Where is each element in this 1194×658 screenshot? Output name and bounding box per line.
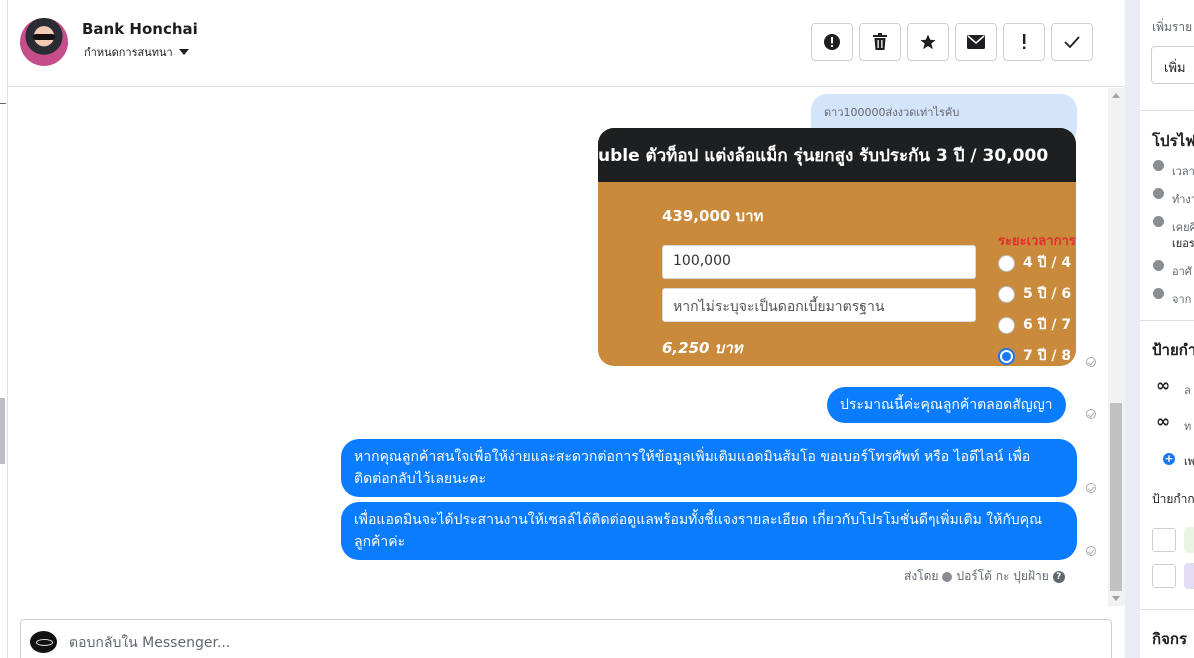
- check-icon: [1064, 36, 1080, 48]
- period-option: 6 ปี / 7: [998, 314, 1071, 336]
- page-logo-icon: [30, 631, 57, 653]
- assign-conversation-label: กำหนดการสนทนา: [84, 46, 173, 59]
- scrollbar-thumb[interactable]: [1110, 403, 1122, 591]
- left-panel-edge: [0, 0, 8, 658]
- message-bubble[interactable]: เพื่อแอดมินจะได้ประสานงานให้เซลล์ได้ติดต…: [341, 502, 1077, 560]
- profile-row: เยอร: [1172, 237, 1194, 250]
- delete-button[interactable]: [859, 23, 901, 61]
- period-option: 5 ปี / 6: [998, 283, 1071, 305]
- agent-icon: [942, 571, 953, 582]
- promo-banner-text: uble ตัวท็อป แต่งล้อแม็ก รุ่นยกสูง รับปร…: [598, 145, 1049, 166]
- trash-icon: [873, 33, 887, 50]
- profile-row: อาศั: [1172, 265, 1192, 278]
- activity-section-title: กิจกร: [1152, 630, 1188, 648]
- profile-row: เวลา: [1172, 165, 1194, 178]
- contact-name[interactable]: Bank Honchai: [82, 20, 198, 38]
- contact-details-panel: เพิ่มราย เพิ่ม โปรไฟ เวลา ทำงา เคยศึ เยอ…: [1140, 0, 1194, 658]
- message-bubble[interactable]: ประมาณนี้ค่ะคุณลูกค้าตลอดสัญญา: [827, 387, 1066, 423]
- mail-icon: [967, 35, 985, 49]
- divider: [1140, 609, 1194, 610]
- follow-up-icon: [1023, 34, 1026, 49]
- radio-icon: [998, 316, 1015, 334]
- mark-done-button[interactable]: [1051, 23, 1093, 61]
- avatar[interactable]: [20, 18, 68, 66]
- period-option: 4 ปี / 4: [998, 252, 1071, 274]
- star-button[interactable]: [907, 23, 949, 61]
- meta-icon: ∞: [1156, 376, 1171, 396]
- mark-spam-button[interactable]: [811, 23, 853, 61]
- seen-check-icon: [1086, 357, 1096, 367]
- conversation-header: Bank Honchai กำหนดการสนทนา: [8, 0, 1125, 87]
- profile-section-title: โปรไฟ: [1152, 132, 1194, 150]
- profile-row: จาก: [1172, 293, 1192, 306]
- left-panel-grip[interactable]: [0, 398, 5, 464]
- seen-check-icon: [1086, 546, 1096, 556]
- message-text: ประมาณนี้ค่ะคุณลูกค้าตลอดสัญญา: [840, 397, 1053, 413]
- divider: [1140, 110, 1194, 111]
- message-text: เพื่อแอดมินจะได้ประสานงานให้เซลล์ได้ติดต…: [354, 512, 1043, 550]
- promo-price: 439,000 บาท: [662, 207, 764, 225]
- reply-input[interactable]: ตอบกลับใน Messenger...: [69, 632, 230, 654]
- label-checkbox[interactable]: [1152, 528, 1176, 552]
- briefcase-icon: [1153, 188, 1164, 199]
- panel-gutter: [1125, 0, 1140, 658]
- assign-conversation-dropdown[interactable]: กำหนดการสนทนา: [84, 43, 189, 61]
- seen-check-icon: [1086, 409, 1096, 419]
- profile-row: ทำงา: [1172, 193, 1194, 206]
- scroll-up-icon[interactable]: [1112, 93, 1120, 98]
- message-text: หากคุณลูกค้าสนใจเพื่อให้ง่ายและสะดวกต่อก…: [354, 449, 1031, 487]
- period-option-label: 5 ปี / 6: [1023, 286, 1072, 302]
- follow-up-button[interactable]: [1003, 23, 1045, 61]
- label-checkbox[interactable]: [1152, 564, 1176, 588]
- meta-icon: ∞: [1156, 412, 1171, 432]
- period-option-label: 4 ปี / 4: [1023, 255, 1072, 271]
- inbox-app: Bank Honchai กำหนดการสนทนา ดาว100000ส่งง…: [0, 0, 1194, 658]
- header-actions: [811, 23, 1093, 61]
- clock-icon: [1153, 160, 1164, 171]
- sent-by-info: ส่งโดย ปอร์โต้ กะ ปุยฝ้าย ?: [904, 567, 1065, 586]
- promo-banner: uble ตัวท็อป แต่งล้อแม็ก รุ่นยกสูง รับปร…: [598, 128, 1076, 182]
- reply-composer[interactable]: ตอบกลับใน Messenger...: [20, 619, 1112, 658]
- promo-image-card[interactable]: uble ตัวท็อป แต่งล้อแม็ก รุ่นยกสูง รับปร…: [598, 128, 1076, 366]
- radio-icon: [998, 285, 1015, 303]
- label-chip[interactable]: [1184, 527, 1194, 553]
- label-chip[interactable]: [1184, 563, 1194, 589]
- down-payment-field: 100,000: [662, 245, 976, 279]
- message-thread: ดาว100000ส่งงวดเท่าไรคับ uble ตัวท็อป แต…: [8, 88, 1108, 606]
- add-label-icon[interactable]: +: [1163, 453, 1175, 465]
- scroll-down-icon[interactable]: [1112, 596, 1120, 601]
- seen-check-icon: [1086, 483, 1096, 493]
- radio-selected-icon: [998, 347, 1015, 365]
- radio-icon: [998, 254, 1015, 272]
- divider: [1140, 320, 1194, 321]
- location-icon: [1153, 260, 1164, 271]
- monthly-payment: 6,250 บาท: [662, 339, 743, 357]
- label-item[interactable]: ท: [1184, 417, 1191, 435]
- sent-by-name: ปอร์โต้ กะ ปุยฝ้าย: [956, 569, 1049, 583]
- spam-icon: [824, 34, 840, 50]
- replied-message-text: ดาว100000ส่งงวดเท่าไรคับ: [824, 106, 960, 119]
- labels-section-title: ป้ายกำ: [1152, 341, 1194, 359]
- thread-scrollbar[interactable]: [1108, 88, 1125, 606]
- sent-by-label: ส่งโดย: [904, 569, 939, 583]
- add-label-text[interactable]: เพ: [1184, 452, 1194, 470]
- caret-down-icon: [178, 49, 189, 55]
- add-details-button-label: เพิ่ม: [1164, 61, 1186, 76]
- location-icon: [1153, 288, 1164, 299]
- interest-rate-field: หากไม่ระบุจะเป็นดอกเบี้ยมาตรฐาน: [662, 288, 976, 322]
- ad-labels-title: ป้ายกำก: [1152, 492, 1194, 506]
- period-option-label: 6 ปี / 7: [1023, 317, 1072, 333]
- period-option-selected: 7 ปี / 8: [998, 345, 1071, 366]
- period-title: ระยะเวลาการ: [998, 234, 1076, 249]
- left-tick: [0, 103, 6, 104]
- help-icon[interactable]: ?: [1052, 570, 1065, 583]
- star-icon: [920, 34, 936, 50]
- add-details-label: เพิ่มราย: [1152, 20, 1193, 34]
- period-option-label: 7 ปี / 8: [1023, 348, 1072, 364]
- mark-unread-button[interactable]: [955, 23, 997, 61]
- education-icon: [1153, 216, 1164, 227]
- label-item[interactable]: ล: [1184, 381, 1191, 399]
- message-bubble[interactable]: หากคุณลูกค้าสนใจเพื่อให้ง่ายและสะดวกต่อก…: [341, 439, 1077, 497]
- add-details-button[interactable]: เพิ่ม: [1151, 46, 1194, 84]
